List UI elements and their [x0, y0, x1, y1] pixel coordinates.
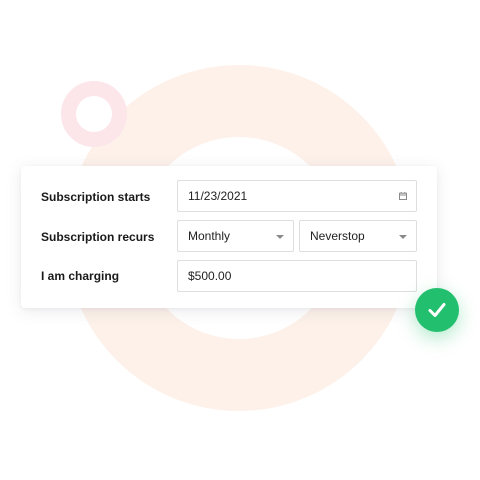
start-date-value: 11/23/2021 — [188, 189, 248, 203]
recurrence-frequency-select[interactable]: Monthly — [177, 220, 294, 252]
calendar-icon[interactable] — [399, 192, 407, 200]
recurrence-frequency-value: Monthly — [188, 229, 231, 243]
chevron-down-icon — [276, 235, 284, 239]
subscription-starts-label: Subscription starts — [41, 190, 151, 204]
i-am-charging-label: I am charging — [41, 269, 120, 283]
small-ring-decoration — [61, 81, 127, 147]
charge-amount-value: $500.00 — [188, 269, 232, 283]
hero-illustration: Subscription starts 11/23/2021 Subscript… — [0, 0, 480, 480]
checkmark-icon — [428, 303, 446, 317]
charge-amount-field[interactable]: $500.00 — [177, 260, 417, 292]
recurrence-duration-select[interactable]: Neverstop — [299, 220, 417, 252]
success-check-badge — [415, 288, 459, 332]
recurrence-duration-value: Neverstop — [310, 229, 365, 243]
subscription-recurs-label: Subscription recurs — [41, 230, 155, 244]
start-date-field[interactable]: 11/23/2021 — [177, 180, 417, 212]
subscription-form-card: Subscription starts 11/23/2021 Subscript… — [21, 166, 437, 308]
chevron-down-icon — [399, 235, 407, 239]
